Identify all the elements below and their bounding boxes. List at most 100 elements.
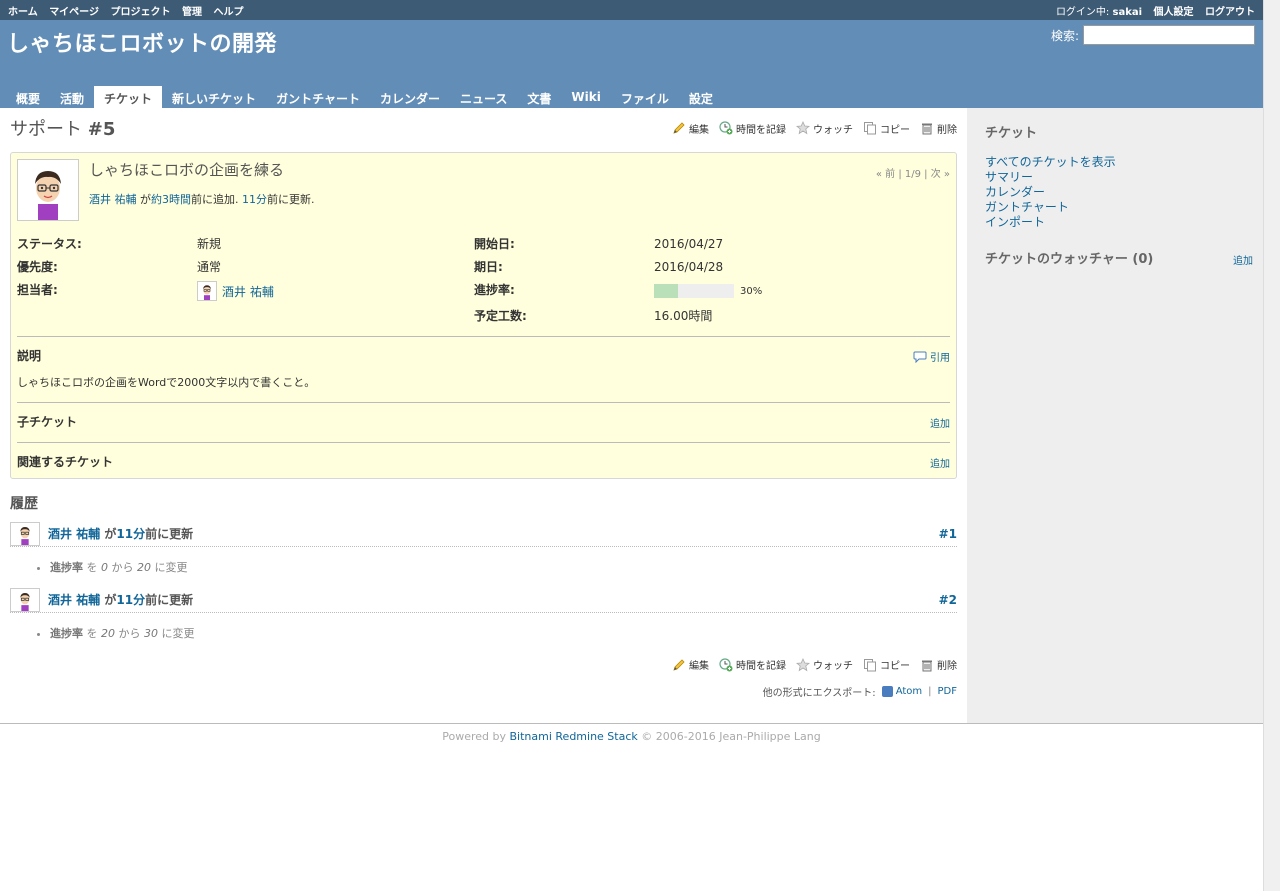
priority-value: 通常 xyxy=(197,260,222,274)
journal-number-link[interactable]: #2 xyxy=(939,593,957,607)
sidebar: チケット すべてのチケットを表示 サマリー カレンダー ガントチャート インポー… xyxy=(967,108,1263,723)
vertical-scrollbar[interactable] xyxy=(1263,0,1280,891)
top-menu: ホーム マイページ プロジェクト 管理 ヘルプ ログイン中: sakai 個人設… xyxy=(0,0,1263,20)
relations-label: 関連するチケット xyxy=(17,455,114,469)
due-date-label: 期日: xyxy=(474,260,503,274)
tab-news[interactable]: ニュース xyxy=(450,86,517,108)
footer: Powered by Bitnami Redmine Stack © 2006-… xyxy=(0,724,1263,743)
tab-issues[interactable]: チケット xyxy=(94,86,163,108)
journal-details: 進捗率 を 0 から 20 に変更 xyxy=(32,559,957,575)
top-menu-home[interactable]: ホーム xyxy=(8,7,38,18)
journal-user-link[interactable]: 酒井 祐輔 xyxy=(48,527,100,541)
top-menu-my-page[interactable]: マイページ xyxy=(49,7,99,18)
tab-new-issue[interactable]: 新しいチケット xyxy=(162,86,266,108)
estimated-value: 16.00時間 xyxy=(654,309,713,323)
star-icon xyxy=(795,657,811,672)
added-ago-link[interactable]: 約3時間 xyxy=(151,193,191,206)
journal-ago-link[interactable]: 11分 xyxy=(116,593,145,607)
author-avatar xyxy=(17,159,79,221)
top-menu-left: ホーム マイページ プロジェクト 管理 ヘルプ xyxy=(8,3,251,18)
next-issue-link[interactable]: 次 » xyxy=(931,169,950,180)
issue-number: #5 xyxy=(87,119,116,140)
journal-text-b: 前に更新 xyxy=(145,527,194,541)
prev-issue-link[interactable]: « 前 xyxy=(876,169,895,180)
tab-overview[interactable]: 概要 xyxy=(6,86,50,108)
top-menu-admin[interactable]: 管理 xyxy=(182,7,202,18)
copy-button[interactable]: コピー xyxy=(863,657,910,672)
delete-button[interactable]: 削除 xyxy=(920,121,957,136)
journal-to-word: から xyxy=(111,561,134,574)
journal-avatar xyxy=(10,587,40,612)
add-relation-link[interactable]: 追加 xyxy=(930,455,950,470)
subtasks-label: 子チケット xyxy=(17,415,78,429)
journal-avatar xyxy=(10,521,40,546)
bottom-actions: 編集 時間を記録 ウォッチ コピー 削除 xyxy=(666,657,957,672)
progress-bar-fill xyxy=(654,284,678,298)
pdf-link[interactable]: PDF xyxy=(938,686,957,697)
log-time-button[interactable]: 時間を記録 xyxy=(719,121,786,136)
tab-gantt[interactable]: ガントチャート xyxy=(266,86,370,108)
clock-add-icon xyxy=(719,657,733,672)
journal-details: 進捗率 を 20 から 30 に変更 xyxy=(32,625,957,641)
edit-label: 編集 xyxy=(689,661,709,672)
project-title: しゃちほこロボットの開発 xyxy=(7,32,278,57)
journal-new-value: 20 xyxy=(137,561,151,574)
log-time-button[interactable]: 時間を記録 xyxy=(719,657,786,672)
status-label: ステータス: xyxy=(17,237,82,251)
watchers-section: チケットのウォッチャー (0) 追加 xyxy=(985,248,1253,267)
sidebar-link-all-issues[interactable]: すべてのチケットを表示 xyxy=(985,155,1253,170)
journal-new-value: 30 xyxy=(144,627,158,640)
sidebar-link-calendar[interactable]: カレンダー xyxy=(985,185,1253,200)
logged-user[interactable]: sakai xyxy=(1113,7,1143,18)
assignee-link[interactable]: 酒井 祐輔 xyxy=(222,283,274,300)
assignee-avatar xyxy=(197,281,217,301)
add-subtask-link[interactable]: 追加 xyxy=(930,415,950,430)
sidebar-title: チケット xyxy=(985,126,1038,141)
description-head: 説明 引用 xyxy=(17,347,950,364)
star-icon xyxy=(795,121,811,135)
logout-link[interactable]: ログアウト xyxy=(1205,7,1255,18)
watch-button[interactable]: ウォッチ xyxy=(795,121,853,136)
top-menu-help[interactable]: ヘルプ xyxy=(213,7,243,18)
footer-copyright: © 2006-2016 Jean-Philippe Lang xyxy=(641,730,821,743)
tab-settings[interactable]: 設定 xyxy=(679,86,723,108)
copy-icon xyxy=(863,658,877,672)
edit-button[interactable]: 編集 xyxy=(672,657,709,672)
sidebar-link-summary[interactable]: サマリー xyxy=(985,170,1253,185)
issue-nav: « 前 | 1/9 | 次 » xyxy=(875,169,950,180)
search-input[interactable] xyxy=(1083,25,1255,45)
progress-percent: 30% xyxy=(740,285,763,297)
journal-number-link[interactable]: #1 xyxy=(939,527,957,541)
tab-wiki[interactable]: Wiki xyxy=(561,86,610,108)
tab-documents[interactable]: 文書 xyxy=(517,86,561,108)
atom-link[interactable]: Atom xyxy=(896,686,922,697)
trash-icon xyxy=(920,121,934,135)
sidebar-link-import[interactable]: インポート xyxy=(985,215,1253,230)
comment-icon xyxy=(913,351,927,363)
add-watcher-link[interactable]: 追加 xyxy=(1233,252,1253,267)
journal-old-value: 20 xyxy=(101,627,115,640)
updated-ago-link[interactable]: 11分 xyxy=(242,193,267,206)
my-account-link[interactable]: 個人設定 xyxy=(1154,7,1194,18)
issue-details: しゃちほこロボの企画を練る « 前 | 1/9 | 次 » 酒井 祐輔 が約3時… xyxy=(10,152,957,479)
sidebar-links: すべてのチケットを表示 サマリー カレンダー ガントチャート インポート xyxy=(985,155,1253,230)
edit-button[interactable]: 編集 xyxy=(672,121,709,136)
sidebar-link-gantt[interactable]: ガントチャート xyxy=(985,200,1253,215)
footer-product-link[interactable]: Bitnami Redmine Stack xyxy=(510,730,638,743)
copy-button[interactable]: コピー xyxy=(863,121,910,136)
quote-button[interactable]: 引用 xyxy=(913,349,950,364)
progress-bar xyxy=(654,284,734,298)
tab-activity[interactable]: 活動 xyxy=(50,86,94,108)
author-link[interactable]: 酒井 祐輔 xyxy=(89,193,137,206)
assignee-label: 担当者: xyxy=(17,283,58,297)
tab-calendar[interactable]: カレンダー xyxy=(370,86,450,108)
separator xyxy=(17,336,950,337)
separator xyxy=(17,442,950,443)
journal-to-word: から xyxy=(118,627,141,640)
delete-button[interactable]: 削除 xyxy=(920,657,957,672)
journal-user-link[interactable]: 酒井 祐輔 xyxy=(48,593,100,607)
top-menu-projects[interactable]: プロジェクト xyxy=(110,7,170,18)
journal-ago-link[interactable]: 11分 xyxy=(116,527,145,541)
tab-files[interactable]: ファイル xyxy=(611,86,679,108)
watch-button[interactable]: ウォッチ xyxy=(795,657,853,672)
